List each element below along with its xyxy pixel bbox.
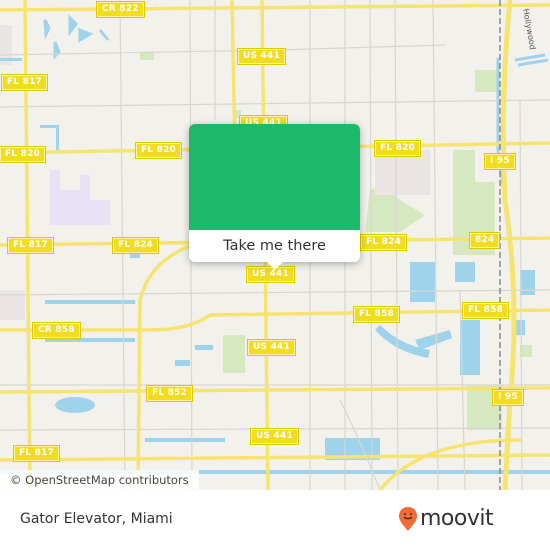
road-shield: I 95 (484, 153, 516, 170)
canal (514, 53, 549, 67)
park-area (475, 70, 500, 92)
road-shield: FL 820 (373, 140, 422, 157)
map-attribution[interactable]: © OpenStreetMap contributors (0, 470, 199, 490)
commercial-area (375, 150, 430, 195)
road-shield: FL 817 (12, 445, 61, 462)
i95-highway (500, 0, 517, 490)
road-shield: FL 824 (111, 237, 160, 254)
location-popup: Take me there (189, 124, 360, 262)
moovit-wordmark: moovit (420, 506, 494, 531)
water-area (410, 262, 435, 302)
take-me-there-button[interactable]: Take me there (189, 230, 360, 262)
road-shield: FL 824 (359, 234, 408, 251)
road-shield: 824 (468, 232, 501, 249)
road-shield: I 95 (492, 389, 524, 406)
water-area (460, 320, 480, 375)
road-shield: FL 852 (145, 385, 194, 402)
water-area (55, 397, 95, 413)
place-name: Gator Elevator, Miami (20, 511, 173, 527)
road-shield: FL 858 (352, 306, 401, 323)
road-shield: FL 817 (6, 237, 55, 254)
road-shield: US 441 (247, 339, 296, 356)
moovit-logo[interactable]: moovit (398, 506, 494, 532)
road-shield: FL 858 (461, 302, 510, 319)
water-area (515, 320, 525, 335)
road-shield: US 441 (250, 428, 299, 445)
airport-area (50, 170, 110, 225)
park-area (223, 335, 245, 373)
park-area (140, 52, 154, 60)
moovit-pin-icon (399, 507, 417, 531)
road-shield: FL 820 (0, 146, 47, 163)
canal (145, 438, 225, 442)
road-shield: CR 858 (32, 322, 81, 339)
canal (45, 338, 135, 342)
canal (0, 58, 22, 61)
water-area (520, 270, 535, 295)
road-shield: FL 817 (0, 74, 49, 91)
canal (56, 125, 59, 150)
water-area (455, 262, 475, 282)
road-shield: US 441 (237, 48, 286, 65)
road-shield: CR 822 (96, 1, 145, 18)
water-area (195, 345, 213, 350)
road-shield: FL 820 (134, 142, 183, 159)
popup-image-area (189, 124, 360, 230)
canal (45, 300, 135, 304)
water-area (175, 360, 190, 366)
water-area (415, 330, 452, 350)
popup-pointer (266, 261, 284, 270)
canal (40, 125, 58, 128)
water-area (43, 14, 110, 60)
